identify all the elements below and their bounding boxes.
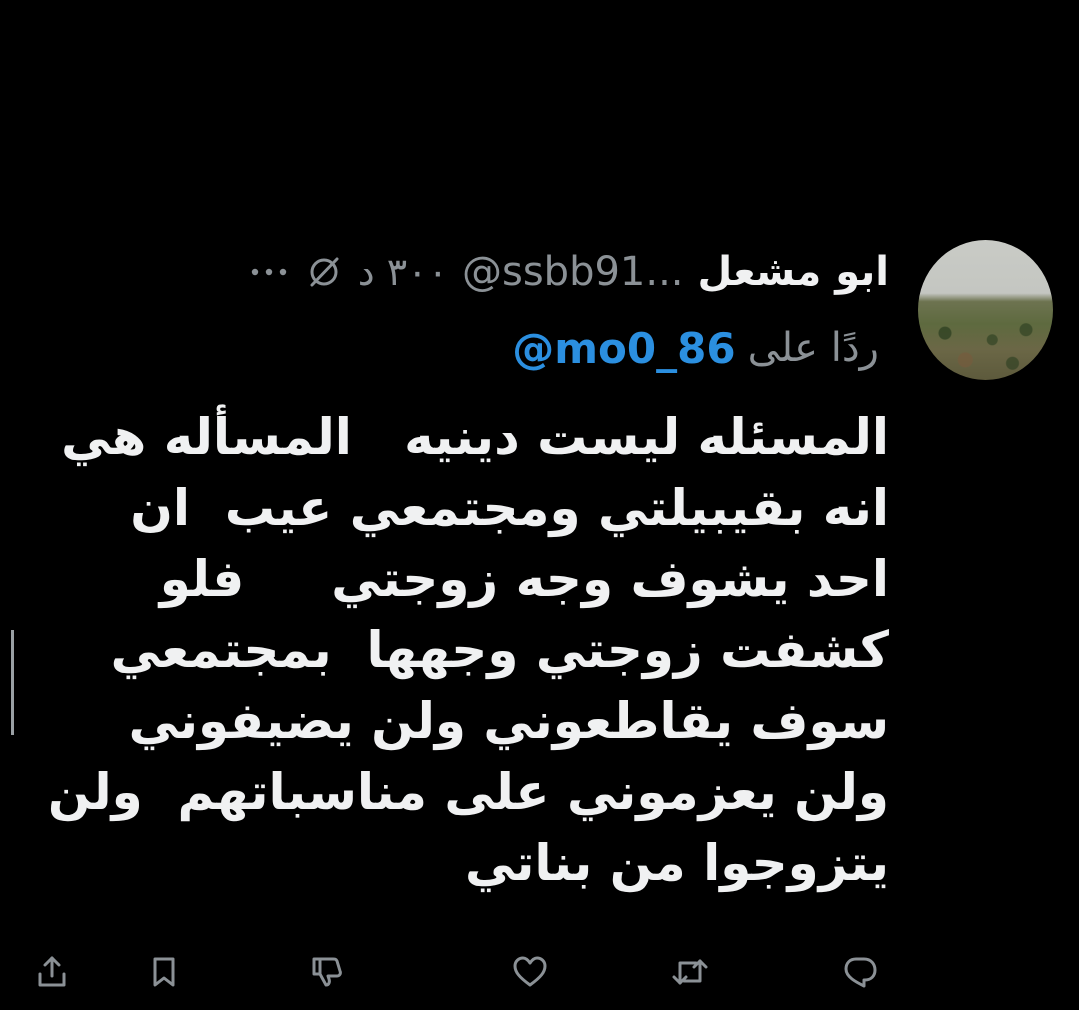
tweet-body: المسئله ليست دينيه المسأله هي انه بقيبيل… (29, 402, 889, 899)
muted-icon (304, 252, 344, 292)
tweet-body-line: احد يشوف وجه زوجتي فلو (159, 550, 889, 608)
scrollbar[interactable] (11, 630, 14, 735)
retweet-icon[interactable] (668, 950, 712, 994)
tweet-body-line: ولن يعزموني على مناسباتهم ولن (47, 763, 889, 821)
author-display-name[interactable]: ابو مشعل (698, 249, 889, 295)
action-bar (30, 950, 890, 998)
reply-to-handle[interactable]: @mo0_86 (512, 324, 735, 373)
avatar[interactable] (918, 240, 1053, 380)
tweet-time[interactable]: ٣٠٠ د (358, 250, 448, 294)
reply-prefix: ردًا على (747, 325, 879, 371)
tweet-body-line: انه بقيبيلتي ومجتمعي عيب ان (130, 479, 889, 537)
reply-context: ردًا على @mo0_86 (512, 318, 879, 378)
tweet-card[interactable]: ابو مشعل @ssbb91... ٣٠٠ د ردًا على @mo0_… (0, 0, 1079, 1010)
tweet-body-line: كشفت زوجتي وجهها بمجتمعي (110, 621, 889, 679)
bookmark-icon[interactable] (142, 950, 186, 994)
more-icon[interactable] (248, 262, 290, 282)
share-icon[interactable] (30, 950, 74, 994)
tweet-header: ابو مشعل @ssbb91... ٣٠٠ د (248, 244, 889, 300)
author-handle[interactable]: @ssbb91... (462, 249, 684, 295)
dislike-icon[interactable] (305, 950, 349, 994)
tweet-body-line: سوف يقاطعوني ولن يضيفوني (128, 692, 889, 750)
like-icon[interactable] (508, 950, 552, 994)
tweet-body-line: يتزوجوا من بناتي (465, 834, 889, 892)
tweet-body-line: المسئله ليست دينيه المسأله هي (61, 408, 889, 466)
reply-icon[interactable] (838, 950, 882, 994)
